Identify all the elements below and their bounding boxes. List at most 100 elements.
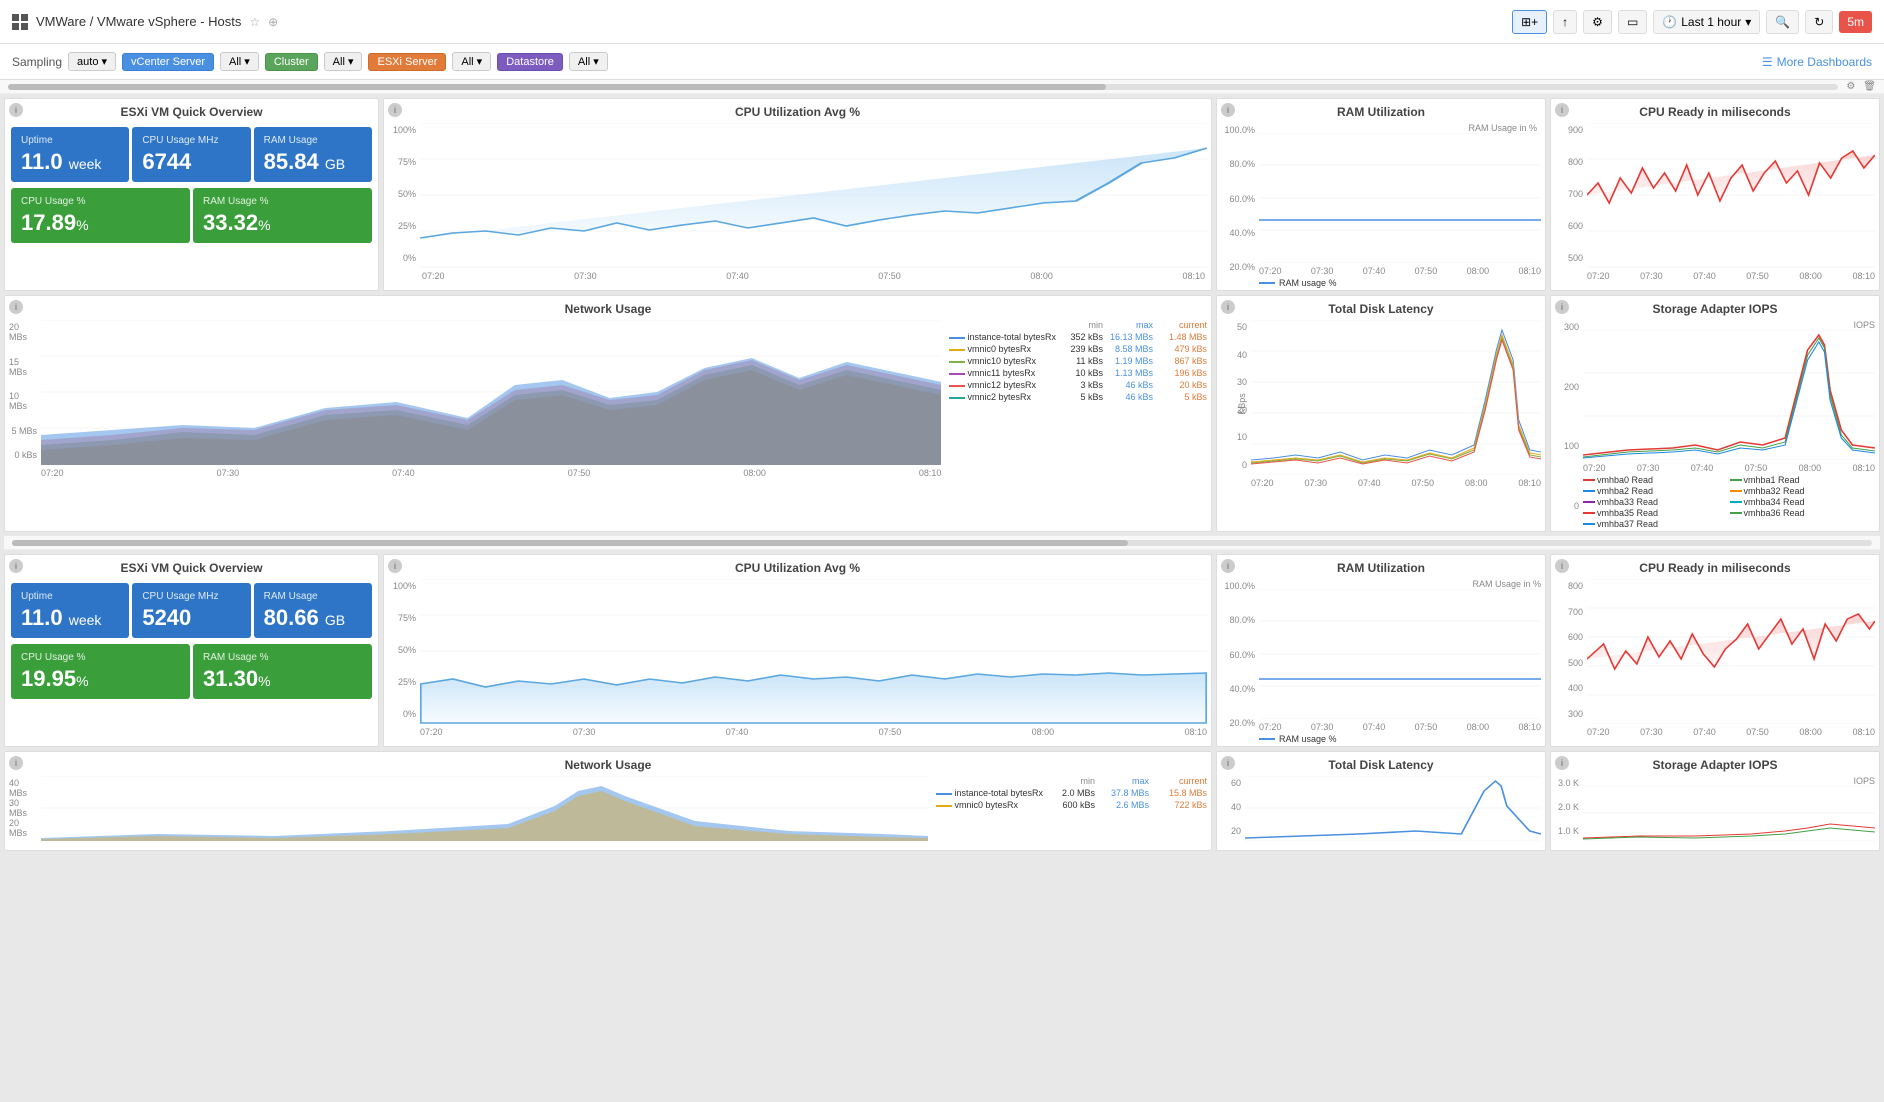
menu-icon: ☰	[1762, 55, 1773, 69]
iops-svg-2	[1583, 786, 1875, 841]
disk-svg-wrap-2	[1245, 776, 1541, 844]
time-range-btn[interactable]: 🕐 Last 1 hour ▾	[1653, 10, 1760, 34]
ram-y-label-2: RAM Usage in %	[1259, 579, 1541, 589]
esxi-overview-title-2: ESXi VM Quick Overview	[5, 555, 378, 577]
search-icon-btn[interactable]: 🔍	[1766, 10, 1799, 34]
cpu-ready-title-2: CPU Ready in miliseconds	[1551, 555, 1879, 577]
network-panel-2: i Network Usage 40 MBs 30 MBs 20 MBs	[4, 751, 1212, 851]
iops-svg-wrap-1: IOPS 07:20 07:30 07:40	[1583, 320, 1875, 529]
ram-pct-tile-1: RAM Usage % 33.32%	[193, 188, 372, 243]
iops-y-2: 3.0 K 2.0 K 1.0 K	[1555, 776, 1583, 844]
dashboard-icon-btn[interactable]: ⊞+	[1512, 10, 1547, 34]
ram-legend-1: RAM usage %	[1259, 276, 1541, 290]
share-icon[interactable]: ⊕	[268, 15, 278, 29]
net-x-1: 07:20 07:30 07:40 07:50 08:00 08:10	[41, 468, 941, 478]
trash-icon-scroll[interactable]: 🗑	[1863, 81, 1876, 92]
ram-legend-line-1	[1259, 282, 1275, 284]
network-legend-2: min max current instance-total bytesRx 2…	[928, 776, 1207, 846]
refresh-icon-btn[interactable]: ↻	[1805, 10, 1833, 34]
cpu-chart-svg-1	[420, 123, 1207, 268]
panel-info-cpu2: i	[388, 559, 402, 573]
net-y-1: 20 MBs 15 MBs 10 MBs 5 MBs 0 kBs	[9, 320, 41, 478]
ram-usage-label-1: RAM Usage	[264, 135, 362, 146]
cpu-x-730: 07:30	[574, 271, 597, 281]
iops-legend-item-8: vmhba36 Read	[1730, 508, 1876, 518]
cpu-pct-label-2: CPU Usage %	[21, 652, 180, 663]
cpu-ready-panel-2: i CPU Ready in miliseconds 800 700 600 5…	[1550, 554, 1880, 747]
net-svg-wrap-1: 07:20 07:30 07:40 07:50 08:00 08:10	[41, 320, 941, 478]
more-dashboards-btn[interactable]: ☰ More Dashboards	[1762, 55, 1872, 69]
network-chart-1: 20 MBs 15 MBs 10 MBs 5 MBs 0 kBs	[9, 320, 941, 478]
cpuready-svg-2	[1587, 579, 1875, 724]
ram-x-axis-1: 07:20 07:30 07:40 07:50 08:00 08:10	[1259, 266, 1541, 276]
cpu-y-0: 0%	[403, 253, 416, 263]
ram-util-title-1: RAM Utilization	[1217, 99, 1545, 121]
scroll-thumb-2	[12, 540, 1128, 546]
cpu-y-100: 100%	[393, 125, 416, 135]
header-icons: ⊞+ ↑ ⚙ ▭ 🕐 Last 1 hour ▾ 🔍 ↻ 5m	[1512, 10, 1872, 34]
vcenter-value-btn[interactable]: All ▾	[220, 52, 259, 71]
legend-row-5: vmnic12 bytesRx 3 kBs 46 kBs 20 kBs	[949, 380, 1207, 390]
cpu-util-panel-2: i CPU Utilization Avg % 100% 75% 50% 25%…	[383, 554, 1212, 747]
cpu-mhz-tile-1: CPU Usage MHz 6744	[132, 127, 250, 182]
refresh-interval-btn[interactable]: 5m	[1839, 11, 1872, 33]
net-svg-1	[41, 320, 941, 465]
cpu-y-2: 100% 75% 50% 25% 0%	[388, 579, 420, 737]
cpu-y-25: 25%	[398, 221, 416, 231]
breadcrumb: VMWare / VMware vSphere - Hosts	[36, 14, 241, 29]
header: VMWare / VMware vSphere - Hosts ☆ ⊕ ⊞+ ↑…	[0, 0, 1884, 44]
cpu-y-75: 75%	[398, 157, 416, 167]
cpu-chart-wrapper-1: 07:20 07:30 07:40 07:50 08:00 08:10	[420, 123, 1207, 281]
esxi-grid-bottom-2: CPU Usage % 19.95% RAM Usage % 31.30%	[5, 641, 378, 705]
legend-cur-hdr: current	[1155, 320, 1207, 330]
uptime-value-2: 11.0 week	[21, 606, 119, 630]
ram-legend-line-2	[1259, 738, 1275, 740]
cluster-value-btn[interactable]: All ▾	[324, 52, 363, 71]
share-icon-btn[interactable]: ↑	[1553, 10, 1577, 34]
star-icon[interactable]: ☆	[249, 15, 260, 29]
ram-util-panel-2: i RAM Utilization 100.0% 80.0% 60.0% 40.…	[1216, 554, 1546, 747]
legend-header-1: min max current	[949, 320, 1207, 330]
uptime-value-1: 11.0 week	[21, 150, 119, 174]
cpu-svg-2	[420, 579, 1207, 724]
datastore-value-btn[interactable]: All ▾	[569, 52, 608, 71]
ram-y-axis-1: 100.0% 80.0% 60.0% 40.0% 20.0%	[1221, 123, 1259, 290]
tv-icon-btn[interactable]: ▭	[1618, 10, 1647, 34]
iops-title-2: Storage Adapter IOPS	[1551, 752, 1879, 774]
ram-legend-label-2: RAM usage %	[1279, 734, 1337, 744]
disk-chart-area-1: 50 40 30 20 10 0 KBps	[1217, 318, 1545, 490]
iops-legend-item-7: vmhba35 Read	[1583, 508, 1729, 518]
app-logo	[12, 14, 28, 30]
cpu-pct-label-1: CPU Usage %	[21, 196, 180, 207]
network-panel-1: i Network Usage 20 MBs 15 MBs 10 MBs 5 M…	[4, 295, 1212, 532]
ram-util-title-2: RAM Utilization	[1217, 555, 1545, 577]
ram-usage-tile-1: RAM Usage 85.84 GB	[254, 127, 372, 182]
network-content-1: 20 MBs 15 MBs 10 MBs 5 MBs 0 kBs	[5, 318, 1211, 480]
scroll-track-1[interactable]	[8, 84, 1838, 90]
cpu-x-720: 07:20	[422, 271, 445, 281]
scroll-track-2[interactable]	[12, 540, 1872, 546]
disk-x-1: 07:20 07:30 07:40 07:50 08:00 08:10	[1251, 478, 1541, 488]
panel-info-ram1: i	[1221, 103, 1235, 117]
cpu-y-axis-1: 100% 75% 50% 25% 0%	[388, 123, 420, 281]
cpuready-x-2: 07:20 07:30 07:40 07:50 08:00 08:10	[1587, 727, 1875, 737]
disk-latency-panel-2: i Total Disk Latency 60 40 20	[1216, 751, 1546, 851]
cpu-ready-area-1: 900 800 700 600 500	[1551, 121, 1879, 281]
settings-icon-btn[interactable]: ⚙	[1583, 10, 1612, 34]
chevron-down-icon: ▾	[1745, 15, 1751, 29]
cpu-pct-tile-2: CPU Usage % 19.95%	[11, 644, 190, 699]
esxi-value-btn[interactable]: All ▾	[452, 52, 491, 71]
ram-usage-value-1: 85.84 GB	[264, 150, 362, 174]
panel-info-net2: i	[9, 756, 23, 770]
cpu-mhz-label-1: CPU Usage MHz	[142, 135, 240, 146]
cpu-chart-area-1: 100% 75% 50% 25% 0%	[384, 121, 1211, 281]
cpu-util-title-1: CPU Utilization Avg %	[384, 99, 1211, 121]
ram-usage-value-2: 80.66 GB	[264, 606, 362, 630]
disk-svg-2	[1245, 776, 1541, 841]
panel-info-cpu1: i	[388, 103, 402, 117]
iops-legend-item-3: vmhba2 Read	[1583, 486, 1729, 496]
sampling-btn[interactable]: auto ▾	[68, 52, 116, 71]
scroll-icons-1: ⚙ 🗑	[1846, 81, 1876, 92]
gear-icon-scroll[interactable]: ⚙	[1846, 81, 1855, 92]
cpu-chart-wrapper-2: 07:20 07:30 07:40 07:50 08:00 08:10	[420, 579, 1207, 737]
